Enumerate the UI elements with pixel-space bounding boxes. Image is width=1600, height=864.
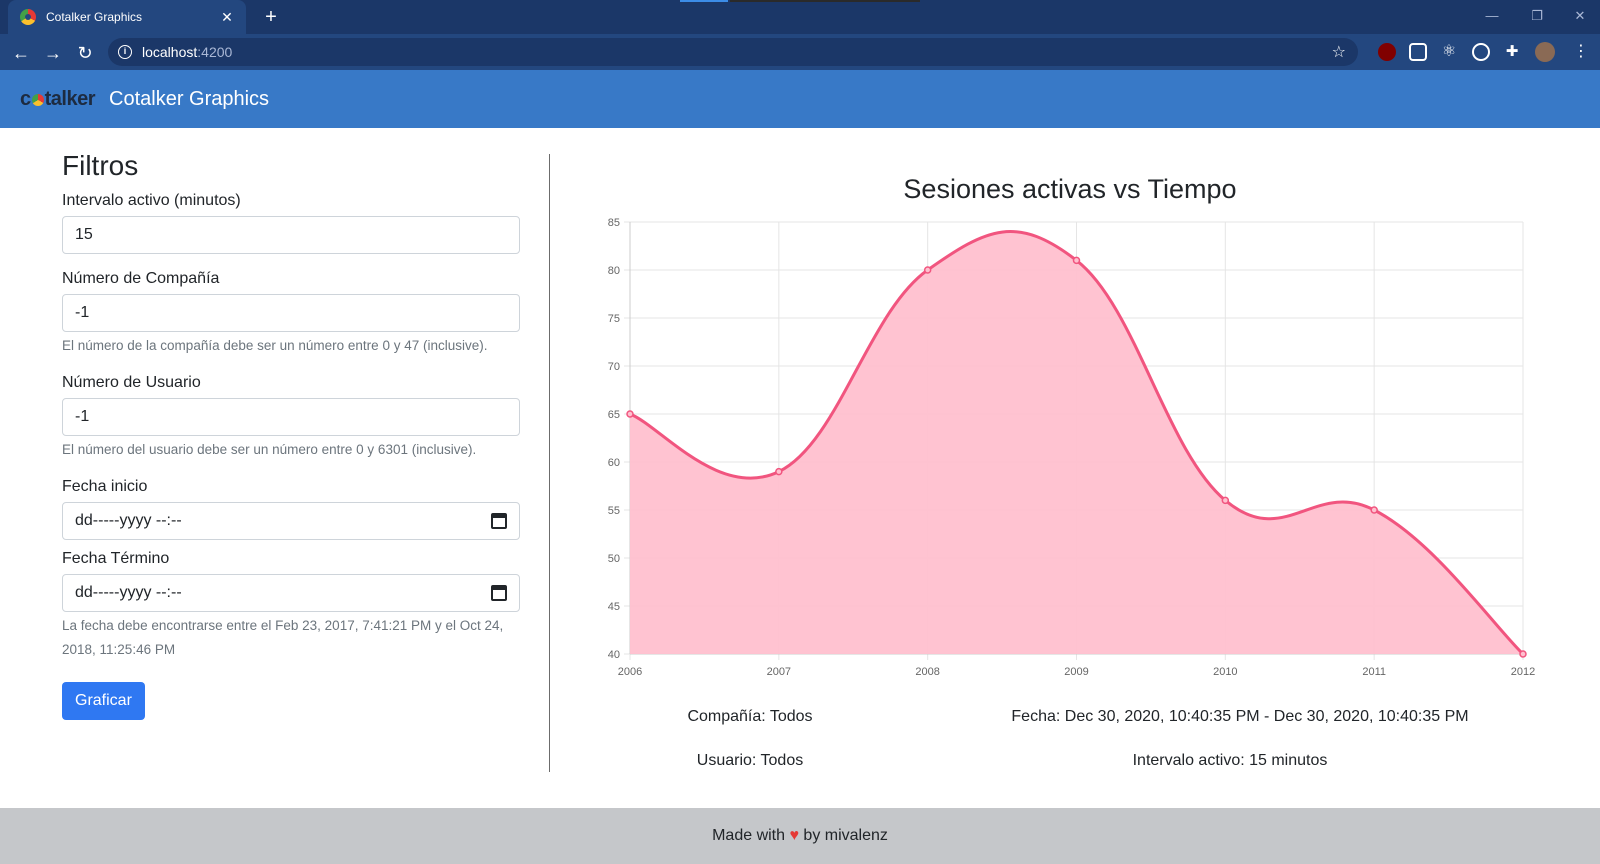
panel-divider	[549, 154, 550, 772]
restore-icon[interactable]: ❐	[1527, 6, 1547, 26]
heart-icon: ♥	[789, 827, 799, 844]
graficar-button[interactable]: Graficar	[62, 682, 145, 720]
logo-dot-icon	[31, 93, 44, 106]
logo-text-right: talker	[44, 87, 96, 110]
close-tab-icon[interactable]: ✕	[218, 8, 236, 26]
user-help-text: El número del usuario debe ser un número…	[62, 442, 477, 457]
url-port: :4200	[197, 44, 233, 60]
date-help-text: La fecha debe encontrarse entre el Feb 2…	[62, 618, 504, 657]
chart-container: Sesiones activas vs Tiempo 85 80 75 70 65 60 5…	[580, 160, 1560, 680]
footer-suffix: by mivalenz	[803, 827, 888, 844]
back-arrow-icon[interactable]: ←	[10, 42, 32, 64]
calendar-icon[interactable]	[491, 513, 507, 529]
bookmark-star-icon[interactable]: ☆	[1332, 42, 1346, 62]
y-tick-label: 45	[608, 601, 620, 613]
minimize-icon[interactable]: —	[1482, 6, 1502, 26]
end-date-group: Fecha Término dd-----yyyy --:-- La fecha…	[62, 550, 520, 662]
user-group: Número de Usuario -1 El número del usuar…	[62, 374, 520, 462]
favicon-icon	[20, 9, 36, 25]
x-tick-label: 2007	[767, 666, 791, 678]
tab-strip-indicator	[680, 0, 728, 2]
extensions-puzzle-icon[interactable]: ✚	[1503, 43, 1521, 61]
start-date-label: Fecha inicio	[62, 478, 148, 495]
ring-extension-icon[interactable]	[1472, 43, 1490, 61]
logo-text-left: c	[20, 87, 31, 110]
company-value: -1	[75, 304, 90, 321]
data-point	[1072, 256, 1081, 265]
x-tick-label: 2011	[1362, 666, 1386, 678]
data-point	[923, 266, 932, 274]
data-point	[1519, 650, 1527, 658]
company-group: Número de Compañía -1 El número de la co…	[62, 270, 520, 358]
y-tick-label: 60	[608, 457, 620, 469]
interval-value: 15	[75, 226, 93, 243]
summary-user: Usuario: Todos	[696, 752, 804, 769]
browser-toolbar: ← → ↻ i localhost:4200 ☆ ⚛ ✚ ⋮	[0, 34, 1600, 70]
ublock-extension-icon[interactable]	[1378, 43, 1396, 61]
cotalker-logo[interactable]: c talker	[20, 87, 96, 111]
user-input[interactable]: -1	[62, 398, 520, 436]
company-help-text: El número de la compañía debe ser un núm…	[62, 338, 488, 353]
y-tick-label: 50	[608, 553, 620, 565]
series-area	[630, 231, 1523, 654]
app-title[interactable]: Cotalker Graphics	[109, 88, 269, 111]
sessions-chart: 85 80 75 70 65 60 55 50 45 40 2006 2007 2008 2009 2010…	[608, 217, 1535, 678]
company-input[interactable]: -1	[62, 294, 520, 332]
data-point	[626, 410, 634, 418]
filters-panel: Filtros Intervalo activo (minutos) 15 Nú…	[62, 150, 520, 720]
user-label: Número de Usuario	[62, 374, 201, 391]
interval-group: Intervalo activo (minutos) 15	[62, 192, 520, 254]
y-tick-label: 70	[608, 361, 620, 373]
user-value: -1	[75, 408, 90, 425]
summary-company: Compañía: Todos	[687, 708, 813, 725]
end-date-value: dd-----yyyy --:--	[75, 584, 182, 601]
address-bar[interactable]: i localhost:4200 ☆	[108, 38, 1358, 66]
profile-avatar[interactable]	[1535, 42, 1555, 62]
footer-prefix: Made with	[712, 827, 786, 844]
y-tick-label: 55	[608, 505, 620, 517]
x-tick-label: 2009	[1064, 666, 1088, 678]
react-devtools-icon[interactable]: ⚛	[1440, 43, 1458, 61]
app-navbar: c talker Cotalker Graphics	[0, 70, 1600, 128]
tab-title: Cotalker Graphics	[46, 10, 143, 24]
y-tick-label: 75	[608, 313, 620, 325]
reload-icon[interactable]: ↻	[74, 42, 96, 64]
forward-arrow-icon[interactable]: →	[42, 42, 64, 64]
browser-menu-icon[interactable]: ⋮	[1572, 43, 1590, 61]
close-window-icon[interactable]: ✕	[1570, 6, 1590, 26]
y-tick-label: 80	[608, 265, 620, 277]
company-label: Número de Compañía	[62, 270, 220, 287]
footer: Made with ♥ by mivalenz	[0, 808, 1600, 864]
start-date-value: dd-----yyyy --:--	[75, 512, 182, 529]
summary-date: Fecha: Dec 30, 2020, 10:40:35 PM - Dec 3…	[1011, 708, 1469, 725]
browser-tab[interactable]: Cotalker Graphics ✕	[8, 0, 246, 34]
interval-input[interactable]: 15	[62, 216, 520, 254]
tab-strip-indicator-dark	[730, 0, 920, 2]
site-info-icon[interactable]: i	[118, 45, 132, 59]
x-tick-label: 2012	[1511, 666, 1535, 678]
interval-label: Intervalo activo (minutos)	[62, 192, 241, 209]
browser-tab-strip: Cotalker Graphics ✕ + — ❐ ✕	[0, 0, 1600, 34]
summary-interval: Intervalo activo: 15 minutos	[1132, 752, 1328, 769]
new-tab-button[interactable]: +	[260, 6, 282, 28]
data-point	[1370, 506, 1378, 514]
start-date-input[interactable]: dd-----yyyy --:--	[62, 502, 520, 540]
calendar-icon[interactable]	[491, 585, 507, 601]
x-tick-label: 2010	[1213, 666, 1237, 678]
end-date-input[interactable]: dd-----yyyy --:--	[62, 574, 520, 612]
x-tick-label: 2006	[618, 666, 642, 678]
y-tick-label: 65	[608, 409, 620, 421]
x-tick-label: 2008	[915, 666, 939, 678]
y-tick-label: 85	[608, 217, 620, 229]
data-point	[1221, 496, 1230, 505]
start-date-group: Fecha inicio dd-----yyyy --:--	[62, 478, 520, 540]
y-tick-label: 40	[608, 649, 620, 661]
url-host: localhost	[142, 44, 198, 60]
filters-title: Filtros	[62, 150, 139, 181]
end-date-label: Fecha Término	[62, 550, 170, 567]
window-extension-icon[interactable]	[1409, 43, 1427, 61]
data-point	[775, 467, 783, 476]
